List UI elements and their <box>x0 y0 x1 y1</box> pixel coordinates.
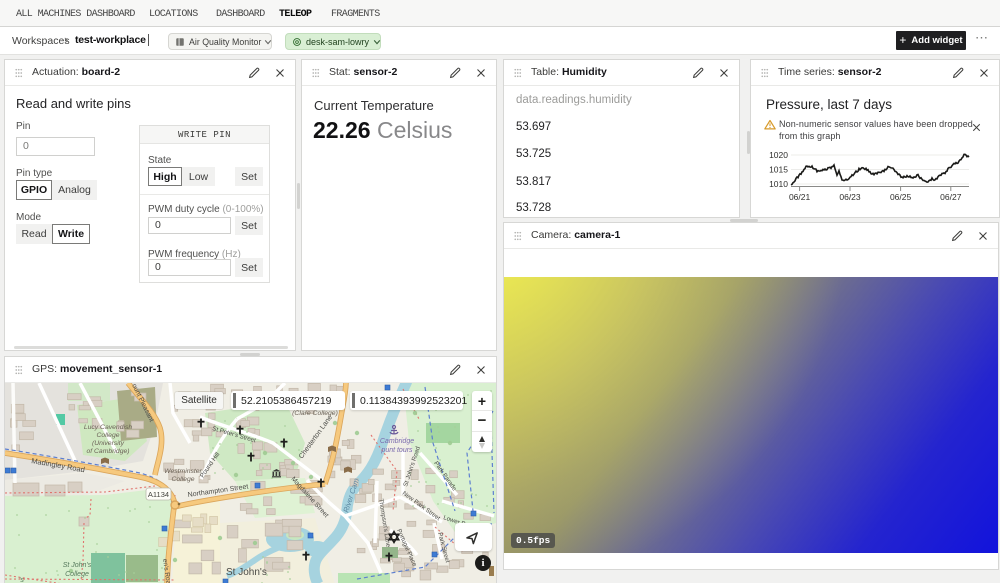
svg-text:1015: 1015 <box>769 165 788 175</box>
svg-text:(University: (University <box>92 440 125 447</box>
svg-text:punt tours: punt tours <box>380 447 413 454</box>
svg-text:College: College <box>171 476 194 483</box>
svg-text:College: College <box>96 432 119 439</box>
svg-text:Cambridge: Cambridge <box>380 438 414 445</box>
svg-text:1020: 1020 <box>769 150 788 160</box>
svg-text:06/21: 06/21 <box>789 192 811 202</box>
svg-text:A1134: A1134 <box>148 490 169 499</box>
svg-text:Westminster: Westminster <box>164 468 202 475</box>
svg-text:of Cambridge): of Cambridge) <box>86 448 129 455</box>
svg-text:06/23: 06/23 <box>839 192 861 202</box>
svg-text:Lucy Cavendish: Lucy Cavendish <box>84 424 133 431</box>
svg-text:St John's: St John's <box>63 562 92 569</box>
svg-text:06/25: 06/25 <box>890 192 912 202</box>
svg-text:1010: 1010 <box>769 179 788 189</box>
svg-text:College: College <box>65 571 89 578</box>
svg-text:St John's: St John's <box>226 567 267 578</box>
svg-text:06/27: 06/27 <box>940 192 962 202</box>
svg-text:(Clare College): (Clare College) <box>292 410 338 417</box>
svg-text:'s: 's <box>19 577 24 583</box>
